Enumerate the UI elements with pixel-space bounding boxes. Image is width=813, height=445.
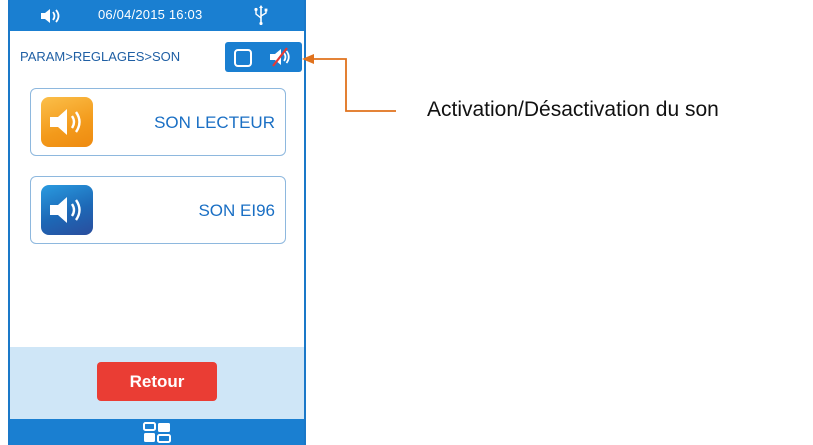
menu-item-son-lecteur[interactable]: SON LECTEUR xyxy=(30,88,286,156)
retour-button[interactable]: Retour xyxy=(97,362,217,401)
datetime-text: 06/04/2015 16:03 xyxy=(98,7,203,22)
annotation-label: Activation/Désactivation du son xyxy=(427,98,719,121)
apps-grid-icon[interactable] xyxy=(142,421,172,444)
sound-toggle[interactable] xyxy=(225,42,302,72)
breadcrumb: PARAM>REGLAGES>SON xyxy=(20,49,181,64)
device-screen: 06/04/2015 16:03 PARAM>REGLAGES>SON SON … xyxy=(8,0,306,445)
footer-panel: Retour xyxy=(10,347,304,419)
speaker-icon xyxy=(41,97,93,147)
menu-item-label: SON EI96 xyxy=(198,201,275,220)
speaker-icon xyxy=(41,185,93,235)
muted-speaker-icon xyxy=(270,47,290,67)
menu-item-son-ei96[interactable]: SON EI96 xyxy=(30,176,286,244)
usb-icon xyxy=(254,5,268,25)
bottom-nav-bar xyxy=(10,419,304,445)
speaker-icon[interactable] xyxy=(40,8,62,24)
status-bar: 06/04/2015 16:03 xyxy=(10,0,304,31)
menu-item-label: SON LECTEUR xyxy=(154,113,275,132)
sound-checkbox[interactable] xyxy=(234,49,252,67)
